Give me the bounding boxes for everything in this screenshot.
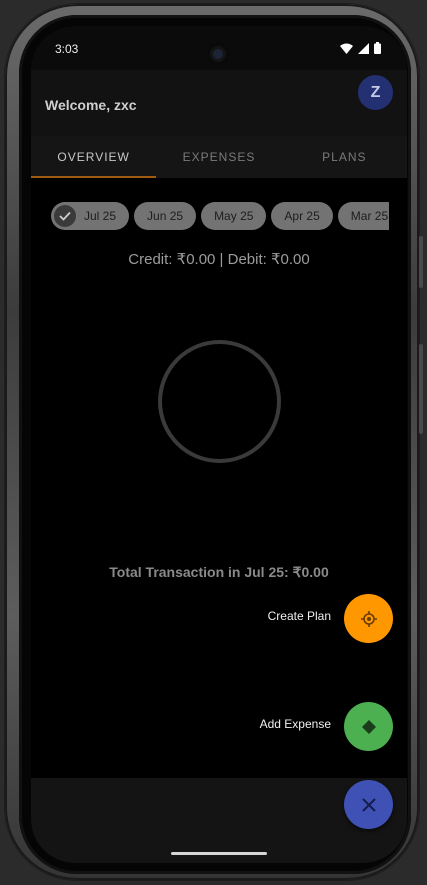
power-button xyxy=(419,236,423,288)
tab-label: EXPENSES xyxy=(182,150,256,164)
app-header: Welcome, zxc Z xyxy=(31,70,407,136)
month-chip-jul-25[interactable]: Jul 25 xyxy=(51,202,130,230)
create-plan-label[interactable]: Create Plan xyxy=(211,609,331,623)
volume-button xyxy=(419,344,423,434)
tab-label: PLANS xyxy=(322,150,367,164)
chip-label: Mar 25 xyxy=(350,209,389,223)
transactions-donut-chart xyxy=(158,340,281,463)
tab-label: OVERVIEW xyxy=(57,150,130,164)
chip-label: Jul 25 xyxy=(84,209,117,223)
expense-diamond-icon xyxy=(361,719,376,734)
chip-label: Jun 25 xyxy=(147,209,184,223)
avatar-letter: Z xyxy=(370,83,381,101)
month-chip-may-25[interactable]: May 25 xyxy=(201,202,267,230)
credit-debit-summary: Credit: ₹0.00 | Debit: ₹0.00 xyxy=(128,251,310,268)
battery-icon xyxy=(374,42,381,54)
phone-frame: 3:03 Welcome, zxc Z OVERVIEW EXPENSES PL… xyxy=(5,4,423,880)
welcome-text: Welcome, zxc xyxy=(45,97,137,113)
month-chip-jun-25[interactable]: Jun 25 xyxy=(134,202,197,230)
tab-overview[interactable]: OVERVIEW xyxy=(31,136,157,178)
avatar[interactable]: Z xyxy=(358,75,393,110)
home-indicator[interactable] xyxy=(171,852,267,855)
add-expense-button[interactable] xyxy=(344,702,393,751)
total-transaction-text: Total Transaction in Jul 25: ₹0.00 xyxy=(109,564,329,580)
month-chip-apr-25[interactable]: Apr 25 xyxy=(271,202,333,230)
create-plan-button[interactable] xyxy=(344,594,393,643)
status-bar: 3:03 xyxy=(31,26,407,70)
close-fab-button[interactable] xyxy=(344,780,393,829)
front-camera xyxy=(206,42,230,66)
close-icon xyxy=(361,797,376,812)
status-icons xyxy=(340,42,381,54)
signal-icon xyxy=(358,42,369,54)
status-time: 3:03 xyxy=(55,42,79,56)
overview-content: Jul 25 Jun 25 May 25 Apr 25 Mar 25 Credi… xyxy=(31,178,407,778)
plan-crosshair-icon xyxy=(360,610,377,627)
tab-bar: OVERVIEW EXPENSES PLANS xyxy=(31,136,407,178)
month-chip-mar-25[interactable]: Mar 25 xyxy=(337,202,389,230)
wifi-icon xyxy=(340,43,353,54)
tab-expenses[interactable]: EXPENSES xyxy=(156,136,281,178)
add-expense-label[interactable]: Add Expense xyxy=(211,717,331,731)
month-chip-row[interactable]: Jul 25 Jun 25 May 25 Apr 25 Mar 25 xyxy=(51,202,389,232)
check-icon xyxy=(54,205,76,227)
app-screen: 3:03 Welcome, zxc Z OVERVIEW EXPENSES PL… xyxy=(31,26,407,863)
chip-label: Apr 25 xyxy=(284,209,320,223)
tab-plans[interactable]: PLANS xyxy=(282,136,407,178)
chip-label: May 25 xyxy=(214,209,254,223)
